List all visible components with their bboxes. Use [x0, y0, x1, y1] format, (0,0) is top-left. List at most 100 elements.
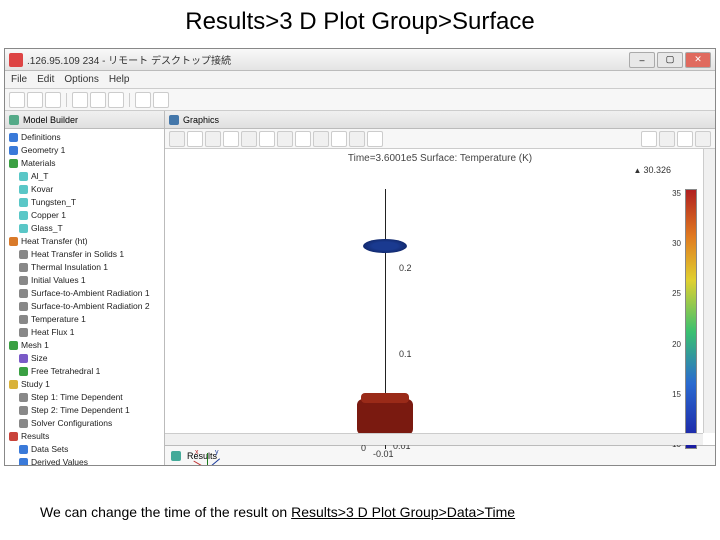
tree-node[interactable]: Solver Configurations [9, 417, 162, 430]
axis-label: 0.1 [399, 349, 412, 359]
tree-node-label: Heat Flux 1 [31, 326, 74, 339]
gtool-button[interactable] [169, 131, 185, 147]
close-button[interactable]: ✕ [685, 52, 711, 68]
tree-node[interactable]: Size [9, 352, 162, 365]
gtool-button[interactable] [277, 131, 293, 147]
gtool-button[interactable] [641, 131, 657, 147]
tree-node-label: Thermal Insulation 1 [31, 261, 108, 274]
tree-node-icon [19, 185, 28, 194]
model-tree[interactable]: DefinitionsGeometry 1MaterialsAl_TKovarT… [5, 129, 164, 465]
plot-canvas[interactable]: Time=3.6001e5 Surface: Temperature (K) 3… [165, 149, 715, 445]
tree-node[interactable]: Thermal Insulation 1 [9, 261, 162, 274]
separator [66, 93, 67, 107]
tree-node-label: Surface-to-Ambient Radiation 1 [31, 287, 150, 300]
minimize-button[interactable]: – [629, 52, 655, 68]
tick: 15 [672, 390, 681, 399]
gtool-button[interactable] [241, 131, 257, 147]
tree-node[interactable]: Heat Flux 1 [9, 326, 162, 339]
tree-node[interactable]: Temperature 1 [9, 313, 162, 326]
tree-node[interactable]: Tungsten_T [9, 196, 162, 209]
panel-title: Graphics [183, 115, 219, 125]
tree-node-label: Solver Configurations [31, 417, 112, 430]
tree-node-icon [19, 250, 28, 259]
gtool-button[interactable] [313, 131, 329, 147]
tree-node[interactable]: Geometry 1 [9, 144, 162, 157]
gtool-button[interactable] [259, 131, 275, 147]
menu-file[interactable]: File [11, 74, 27, 85]
gtool-button[interactable] [349, 131, 365, 147]
toolbar-button[interactable] [45, 92, 61, 108]
tree-node-label: Heat Transfer (ht) [21, 235, 88, 248]
tree-node[interactable]: Copper 1 [9, 209, 162, 222]
tree-node-icon [19, 328, 28, 337]
model-builder-header: Model Builder [5, 111, 164, 129]
main-toolbar [5, 89, 715, 111]
tree-node[interactable]: Data Sets [9, 443, 162, 456]
gtool-button[interactable] [205, 131, 221, 147]
tree-node-icon [19, 198, 28, 207]
tree-node-label: Derived Values [31, 456, 88, 465]
tree-node[interactable]: Step 1: Time Dependent [9, 391, 162, 404]
gtool-button[interactable] [659, 131, 675, 147]
tree-node[interactable]: Mesh 1 [9, 339, 162, 352]
scrollbar-vertical[interactable] [703, 149, 715, 433]
window-buttons: – ▢ ✕ [629, 52, 711, 68]
tree-node-label: Size [31, 352, 48, 365]
toolbar-button[interactable] [9, 92, 25, 108]
tree-node[interactable]: Free Tetrahedral 1 [9, 365, 162, 378]
axis-label: 0.2 [399, 263, 412, 273]
tree-node-icon [9, 159, 18, 168]
gtool-button[interactable] [677, 131, 693, 147]
tree-node[interactable]: Al_T [9, 170, 162, 183]
window-title: .126.95.109 234 - リモート デスクトップ接続 [27, 52, 629, 67]
tree-node[interactable]: Definitions [9, 131, 162, 144]
tree-node-icon [19, 315, 28, 324]
toolbar-button[interactable] [153, 92, 169, 108]
tree-node-icon [19, 289, 28, 298]
tree-node-icon [19, 263, 28, 272]
titlebar: .126.95.109 234 - リモート デスクトップ接続 – ▢ ✕ [5, 49, 715, 71]
scrollbar-horizontal[interactable] [165, 433, 703, 445]
tree-node[interactable]: Glass_T [9, 222, 162, 235]
tree-node[interactable]: Initial Values 1 [9, 274, 162, 287]
tree-node[interactable]: Heat Transfer (ht) [9, 235, 162, 248]
tree-node-icon [9, 133, 18, 142]
toolbar-button[interactable] [108, 92, 124, 108]
menu-help[interactable]: Help [109, 74, 130, 85]
app-window: .126.95.109 234 - リモート デスクトップ接続 – ▢ ✕ Fi… [4, 48, 716, 466]
tree-node-label: Free Tetrahedral 1 [31, 365, 100, 378]
tree-node[interactable]: Kovar [9, 183, 162, 196]
tree-node-label: Geometry 1 [21, 144, 65, 157]
gtool-button[interactable] [331, 131, 347, 147]
tree-node[interactable]: Materials [9, 157, 162, 170]
tree-node-label: Al_T [31, 170, 48, 183]
graphics-panel: Graphics Ti [165, 111, 715, 465]
toolbar-button[interactable] [72, 92, 88, 108]
toolbar-button[interactable] [90, 92, 106, 108]
tree-node[interactable]: Surface-to-Ambient Radiation 1 [9, 287, 162, 300]
menu-options[interactable]: Options [64, 74, 98, 85]
colorbar [685, 189, 697, 449]
gtool-button[interactable] [187, 131, 203, 147]
menu-edit[interactable]: Edit [37, 74, 54, 85]
tree-node-icon [19, 367, 28, 376]
gtool-button[interactable] [223, 131, 239, 147]
toolbar-button[interactable] [135, 92, 151, 108]
tree-node[interactable]: Heat Transfer in Solids 1 [9, 248, 162, 261]
toolbar-button[interactable] [27, 92, 43, 108]
tree-node[interactable]: Derived Values [9, 456, 162, 465]
tree-node-icon [19, 302, 28, 311]
tree-node-label: Definitions [21, 131, 61, 144]
gtool-button[interactable] [695, 131, 711, 147]
tree-node[interactable]: Results [9, 430, 162, 443]
gtool-button[interactable] [367, 131, 383, 147]
gtool-button[interactable] [295, 131, 311, 147]
tree-node-icon [19, 172, 28, 181]
tick: 25 [672, 289, 681, 298]
tree-node[interactable]: Step 2: Time Dependent 1 [9, 404, 162, 417]
tree-node[interactable]: Study 1 [9, 378, 162, 391]
tree-node[interactable]: Surface-to-Ambient Radiation 2 [9, 300, 162, 313]
maximize-button[interactable]: ▢ [657, 52, 683, 68]
tree-node-label: Surface-to-Ambient Radiation 2 [31, 300, 150, 313]
tree-node-icon [9, 432, 18, 441]
